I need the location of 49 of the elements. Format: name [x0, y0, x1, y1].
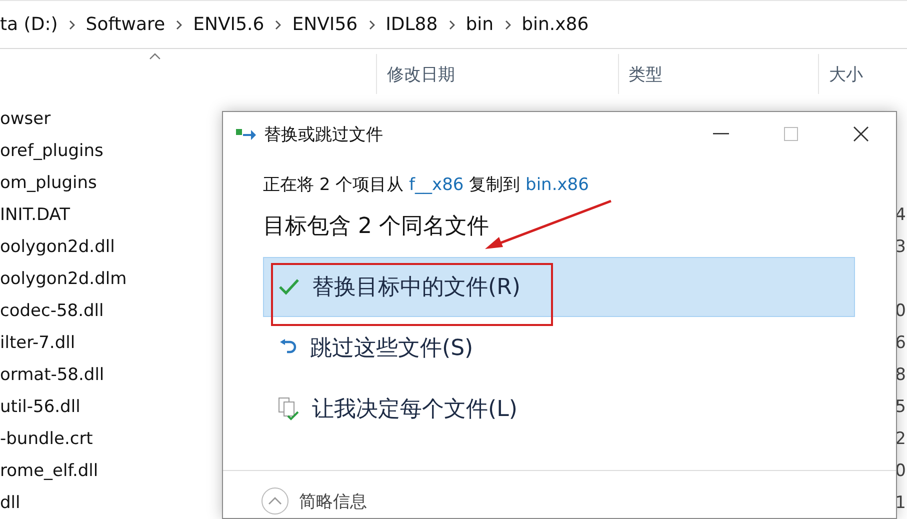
breadcrumb[interactable]: Software	[86, 14, 166, 35]
details-toggle[interactable]: 简略信息	[299, 490, 367, 512]
file-name[interactable]: ormat-58.dll	[0, 365, 104, 385]
collapse-chevron-icon[interactable]	[261, 487, 289, 515]
file-name[interactable]: -bundle.crt	[0, 429, 93, 449]
file-name[interactable]: oolygon2d.dll	[0, 237, 115, 257]
chevron-icon	[368, 18, 376, 30]
file-name[interactable]: owser	[0, 109, 51, 129]
folder-link[interactable]: bin.x86	[526, 175, 589, 195]
documents-icon	[278, 397, 300, 421]
file-name[interactable]: INIT.DAT	[0, 205, 70, 225]
maximize-icon	[784, 127, 798, 141]
breadcrumb[interactable]: ENVI56	[292, 14, 358, 35]
column-header[interactable]: 类型	[618, 54, 818, 94]
column-header[interactable]: 大小	[818, 54, 907, 94]
option-button[interactable]: 替换目标中的文件(R)	[263, 257, 855, 317]
chevron-icon	[274, 18, 282, 30]
breadcrumb[interactable]: ENVI5.6	[193, 14, 264, 35]
copy-status-text: 正在将 2 个项目从 f__x86 复制到 bin.x86	[263, 174, 590, 197]
chevron-icon	[175, 18, 184, 30]
file-size: 3	[895, 237, 906, 257]
dialog-title: 替换或跳过文件	[264, 124, 384, 146]
close-icon[interactable]	[853, 126, 869, 142]
copy-arrow-icon	[236, 127, 256, 141]
sort-caret-icon	[149, 52, 161, 60]
breadcrumb[interactable]: bin.x86	[522, 14, 589, 35]
breadcrumb[interactable]: ta (D:)	[0, 14, 58, 35]
breadcrumb[interactable]: bin	[466, 14, 494, 35]
file-name[interactable]: util-56.dll	[0, 397, 80, 417]
file-name[interactable]: oref_plugins	[0, 141, 104, 161]
file-name[interactable]: oolygon2d.dlm	[0, 269, 127, 289]
option-button[interactable]: 跳过这些文件(S)	[263, 318, 855, 378]
column-header[interactable]: 修改日期	[376, 54, 618, 94]
chevron-icon	[448, 18, 456, 30]
chevron-icon	[504, 18, 512, 30]
option-button[interactable]: 让我决定每个文件(L)	[263, 379, 855, 439]
dialog-heading: 目标包含 2 个同名文件	[263, 213, 489, 241]
file-size: 5	[895, 397, 906, 417]
minimize-icon[interactable]	[713, 133, 729, 135]
file-name[interactable]: codec-58.dll	[0, 301, 104, 321]
folder-link[interactable]: f__x86	[409, 175, 464, 195]
chevron-icon	[68, 18, 76, 30]
checkmark-icon	[278, 278, 300, 296]
breadcrumb[interactable]: IDL88	[386, 14, 438, 35]
file-name[interactable]: om_plugins	[0, 173, 97, 193]
file-name[interactable]: rome_elf.dll	[0, 461, 98, 481]
file-name[interactable]: ilter-7.dll	[0, 333, 76, 353]
file-name[interactable]: dll	[0, 493, 20, 513]
file-size: 1	[895, 493, 906, 513]
